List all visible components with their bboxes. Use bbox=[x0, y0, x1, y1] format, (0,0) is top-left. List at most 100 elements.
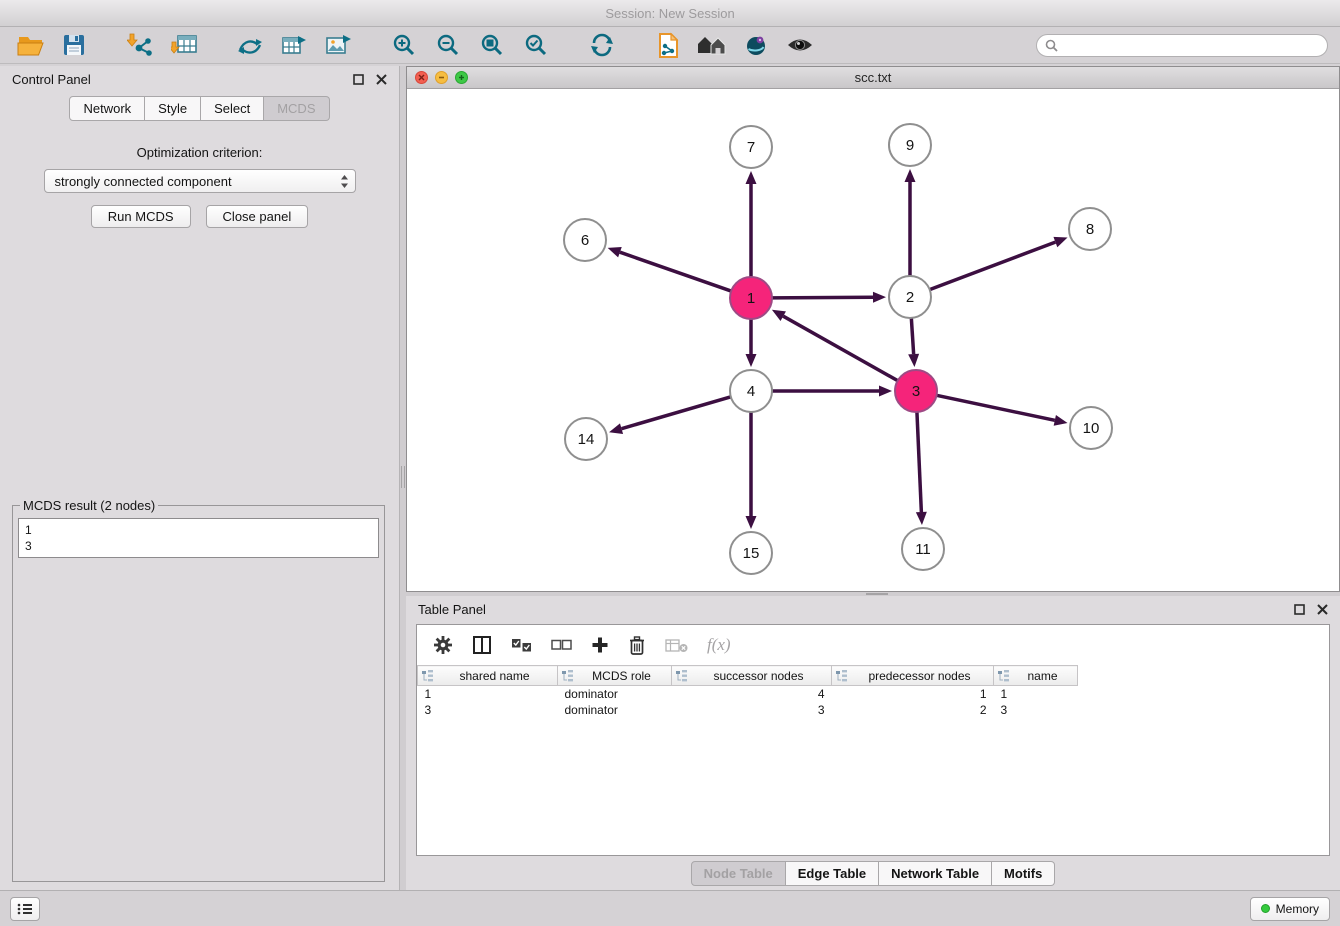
search-input[interactable] bbox=[1063, 38, 1319, 52]
eye-icon bbox=[786, 36, 814, 54]
node-table: shared nameMCDS rolesuccessor nodesprede… bbox=[417, 665, 1078, 718]
import-network-icon bbox=[127, 33, 154, 58]
close-window-icon[interactable] bbox=[415, 71, 428, 84]
network-graph[interactable]: 7968124314101511 bbox=[407, 89, 1339, 592]
edge-2-8[interactable] bbox=[930, 242, 1056, 290]
edge-arrowhead-2-9 bbox=[905, 169, 916, 182]
edge-arrowhead-4-14 bbox=[609, 423, 623, 434]
delete-table-icon bbox=[665, 638, 688, 653]
run-mcds-button[interactable]: Run MCDS bbox=[91, 205, 191, 228]
float-panel-icon[interactable] bbox=[353, 74, 364, 85]
table-panel-card: f(x) shared nameMCDS rolesuccessor nodes… bbox=[416, 624, 1330, 856]
tab-network[interactable]: Network bbox=[69, 96, 145, 121]
window-titlebar: Session: New Session bbox=[0, 0, 1340, 27]
table-cell[interactable]: dominator bbox=[558, 702, 672, 718]
refresh-view-button[interactable] bbox=[584, 30, 620, 60]
network-canvas[interactable]: 7968124314101511 bbox=[407, 89, 1339, 591]
select-all-columns-button[interactable] bbox=[511, 638, 532, 653]
table-cell[interactable]: 1 bbox=[994, 686, 1078, 702]
close-panel-button[interactable]: Close panel bbox=[206, 205, 309, 228]
node-label-3: 3 bbox=[912, 383, 920, 400]
refresh-icon bbox=[590, 33, 614, 57]
export-image-button[interactable] bbox=[320, 30, 356, 60]
edge-3-11[interactable] bbox=[917, 412, 921, 512]
mcds-result-group: MCDS result (2 nodes) 1 3 bbox=[12, 498, 385, 882]
column-header-predecessor-nodes[interactable]: predecessor nodes bbox=[832, 666, 994, 686]
table-cell[interactable]: 4 bbox=[672, 686, 832, 702]
mcds-result-list[interactable]: 1 3 bbox=[18, 518, 379, 558]
node-label-2: 2 bbox=[906, 289, 914, 306]
edge-1-2[interactable] bbox=[772, 297, 873, 298]
minimize-window-icon[interactable] bbox=[435, 71, 448, 84]
tab-select[interactable]: Select bbox=[201, 96, 264, 121]
tab-motifs[interactable]: Motifs bbox=[992, 861, 1055, 886]
function-builder-button[interactable]: f(x) bbox=[707, 635, 731, 655]
column-header-successor-nodes[interactable]: successor nodes bbox=[672, 666, 832, 686]
edge-3-1[interactable] bbox=[783, 316, 897, 381]
table-cell[interactable]: dominator bbox=[558, 686, 672, 702]
edge-2-3[interactable] bbox=[911, 318, 913, 354]
zoom-fit-button[interactable] bbox=[474, 30, 510, 60]
control-panel-tabs: Network Style Select MCDS bbox=[0, 96, 399, 121]
table-cell[interactable]: 3 bbox=[672, 702, 832, 718]
tab-node-table[interactable]: Node Table bbox=[691, 861, 786, 886]
zoom-in-button[interactable] bbox=[386, 30, 422, 60]
edge-arrowhead-3-11 bbox=[916, 512, 927, 525]
node-label-11: 11 bbox=[915, 541, 931, 558]
open-session-button[interactable] bbox=[12, 30, 48, 60]
zoom-window-icon[interactable] bbox=[455, 71, 468, 84]
table-panel-header: Table Panel bbox=[406, 596, 1340, 622]
network-document-button[interactable] bbox=[650, 30, 686, 60]
table-cell[interactable]: 1 bbox=[832, 686, 994, 702]
zoom-selected-button[interactable] bbox=[518, 30, 554, 60]
column-header-MCDS-role[interactable]: MCDS role bbox=[558, 666, 672, 686]
criterion-select[interactable]: strongly connected component bbox=[44, 169, 356, 193]
close-panel-icon[interactable] bbox=[1317, 604, 1328, 615]
delete-table-button[interactable] bbox=[665, 638, 688, 653]
table-row[interactable]: 3dominator323 bbox=[418, 702, 1078, 718]
table-row[interactable]: 1dominator411 bbox=[418, 686, 1078, 702]
import-network-button[interactable] bbox=[122, 30, 158, 60]
zoom-in-icon bbox=[392, 33, 416, 57]
export-table-button[interactable] bbox=[276, 30, 312, 60]
import-table-icon bbox=[171, 33, 198, 58]
tab-mcds[interactable]: MCDS bbox=[264, 96, 329, 121]
import-table-button[interactable] bbox=[166, 30, 202, 60]
edge-1-6[interactable] bbox=[620, 252, 731, 291]
tab-edge-table[interactable]: Edge Table bbox=[786, 861, 879, 886]
show-graphics-button[interactable] bbox=[782, 30, 818, 60]
tab-network-table[interactable]: Network Table bbox=[879, 861, 992, 886]
column-header-name[interactable]: name bbox=[994, 666, 1078, 686]
network-merge-button[interactable] bbox=[232, 30, 268, 60]
edge-4-14[interactable] bbox=[622, 397, 731, 429]
open-folder-icon bbox=[17, 33, 44, 57]
edge-3-10[interactable] bbox=[937, 395, 1055, 420]
network-window-titlebar[interactable]: scc.txt bbox=[407, 67, 1339, 89]
save-icon bbox=[62, 33, 86, 57]
float-panel-icon[interactable] bbox=[1294, 604, 1305, 615]
save-session-button[interactable] bbox=[56, 30, 92, 60]
show-columns-button[interactable] bbox=[472, 635, 492, 655]
delete-column-button[interactable] bbox=[628, 635, 646, 656]
apply-style-button[interactable] bbox=[738, 30, 774, 60]
create-column-button[interactable] bbox=[591, 636, 609, 654]
zoom-out-button[interactable] bbox=[430, 30, 466, 60]
node-label-8: 8 bbox=[1086, 221, 1094, 238]
task-history-button[interactable] bbox=[10, 897, 40, 921]
result-line: 1 bbox=[25, 522, 372, 538]
edge-arrowhead-4-3 bbox=[879, 386, 892, 397]
first-neighbors-button[interactable] bbox=[694, 30, 730, 60]
table-cell[interactable]: 2 bbox=[832, 702, 994, 718]
column-header-shared-name[interactable]: shared name bbox=[418, 666, 558, 686]
table-cell[interactable]: 3 bbox=[994, 702, 1078, 718]
deselect-all-columns-button[interactable] bbox=[551, 639, 572, 651]
edge-arrowhead-1-2 bbox=[873, 292, 886, 303]
table-cell[interactable]: 3 bbox=[418, 702, 558, 718]
table-cell[interactable]: 1 bbox=[418, 686, 558, 702]
control-panel-header: Control Panel bbox=[0, 66, 399, 92]
mcds-panel-body: Optimization criterion: strongly connect… bbox=[0, 131, 399, 890]
table-settings-button[interactable] bbox=[433, 635, 453, 655]
memory-button[interactable]: Memory bbox=[1250, 897, 1330, 921]
tab-style[interactable]: Style bbox=[145, 96, 201, 121]
close-panel-icon[interactable] bbox=[376, 74, 387, 85]
